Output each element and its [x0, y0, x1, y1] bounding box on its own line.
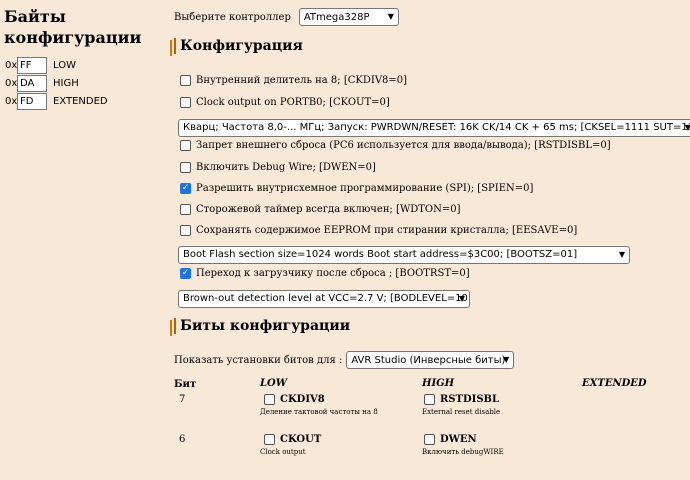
col-extended-header: EXTENDED	[582, 378, 647, 389]
bit-description: Clock output	[260, 448, 306, 456]
checkbox[interactable]	[180, 139, 191, 151]
controller-row: Выберите контроллер ATmega328P ▼	[174, 8, 399, 26]
controller-select[interactable]: ATmega328P ▼	[298, 8, 399, 26]
option-dwen[interactable]: Включить Debug Wire; [DWEN=0]	[180, 159, 376, 175]
checkbox[interactable]	[424, 434, 435, 445]
bit-ckdiv8[interactable]: CKDIV8	[264, 394, 325, 405]
option-wdton[interactable]: Сторожевой таймер всегда включен; [WDTON…	[180, 201, 461, 217]
fuse-low-input[interactable]	[17, 56, 47, 74]
checkbox[interactable]	[180, 224, 191, 236]
option-bootrst[interactable]: ✓ Переход к загрузчику после сброса ; [B…	[180, 265, 470, 281]
checkbox-checked[interactable]: ✓	[180, 267, 191, 279]
bit-description: Включить debugWIRE	[422, 448, 504, 456]
bit-ckout[interactable]: CKOUT	[264, 434, 321, 445]
checkbox-checked[interactable]: ✓	[180, 182, 191, 194]
checkbox[interactable]	[264, 434, 275, 445]
bit-rstdisbl[interactable]: RSTDISBL	[424, 394, 499, 405]
chevron-down-icon: ▼	[458, 293, 465, 303]
show-bits-select[interactable]: AVR Studio (Инверсные биты) ▼	[346, 351, 515, 369]
col-bit-header: Бит	[174, 379, 197, 390]
clock-select-wrap: Кварц; Частота 8,0-... МГц; Запуск: PWRD…	[178, 115, 690, 137]
chevron-down-icon: ▼	[685, 123, 690, 132]
col-low-header: LOW	[260, 378, 287, 389]
chevron-down-icon: ▼	[618, 249, 625, 259]
main-panel: Выберите контроллер ATmega328P ▼ Конфигу…	[168, 0, 690, 480]
boot-select-wrap: Boot Flash section size=1024 words Boot …	[178, 242, 630, 264]
fuse-bytes-title: Байты конфигурации	[4, 7, 142, 47]
bit-dwen[interactable]: DWEN	[424, 434, 477, 445]
col-high-header: HIGH	[422, 378, 455, 389]
checkbox[interactable]	[180, 74, 191, 86]
checkbox[interactable]	[264, 394, 275, 405]
checkbox[interactable]	[180, 96, 191, 108]
checkbox[interactable]	[180, 161, 191, 173]
chevron-down-icon: ▼	[387, 12, 394, 21]
chevron-down-icon: ▼	[503, 355, 510, 364]
option-spien[interactable]: ✓ Разрешить внутрисхемное программирован…	[180, 180, 533, 196]
brown-out-select[interactable]: Brown-out detection level at VCC=2.7 V; …	[178, 289, 470, 308]
option-eesave[interactable]: Сохранять содержимое EEPROM при стирании…	[180, 222, 577, 238]
show-bits-row: Показать установки битов для : AVR Studi…	[174, 351, 515, 369]
bit-description: External reset disable	[422, 408, 501, 416]
bit-number: 6	[179, 434, 186, 445]
option-rstdisbl[interactable]: Запрет внешнего сброса (PC6 используется…	[180, 137, 611, 153]
fuse-row-low: 0x LOW	[5, 56, 76, 74]
fuse-row-extended: 0x EXTENDED	[5, 92, 108, 110]
boot-size-select[interactable]: Boot Flash section size=1024 words Boot …	[178, 245, 630, 264]
checkbox[interactable]	[180, 203, 191, 215]
config-section-title: Конфигурация	[170, 38, 303, 56]
checkbox[interactable]	[424, 394, 435, 405]
fuse-high-input[interactable]	[17, 74, 47, 92]
option-ckout[interactable]: Clock output on PORTB0; [CKOUT=0]	[180, 94, 390, 110]
fuse-row-high: 0x HIGH	[5, 74, 79, 92]
bit-description: Деление тактовой частоты на 8	[260, 408, 378, 416]
bit-number: 7	[179, 394, 186, 405]
fuse-bytes-panel: Байты конфигурации 0x LOW 0x HIGH 0x EXT…	[0, 0, 160, 480]
clock-source-select[interactable]: Кварц; Частота 8,0-... МГц; Запуск: PWRD…	[178, 118, 690, 137]
bits-section-title: Биты конфигурации	[169, 318, 350, 336]
bod-select-wrap: Brown-out detection level at VCC=2.7 V; …	[178, 286, 470, 308]
fuse-extended-input[interactable]	[17, 92, 47, 110]
option-ckdiv8[interactable]: Внутренний делитель на 8; [CKDIV8=0]	[180, 72, 407, 88]
